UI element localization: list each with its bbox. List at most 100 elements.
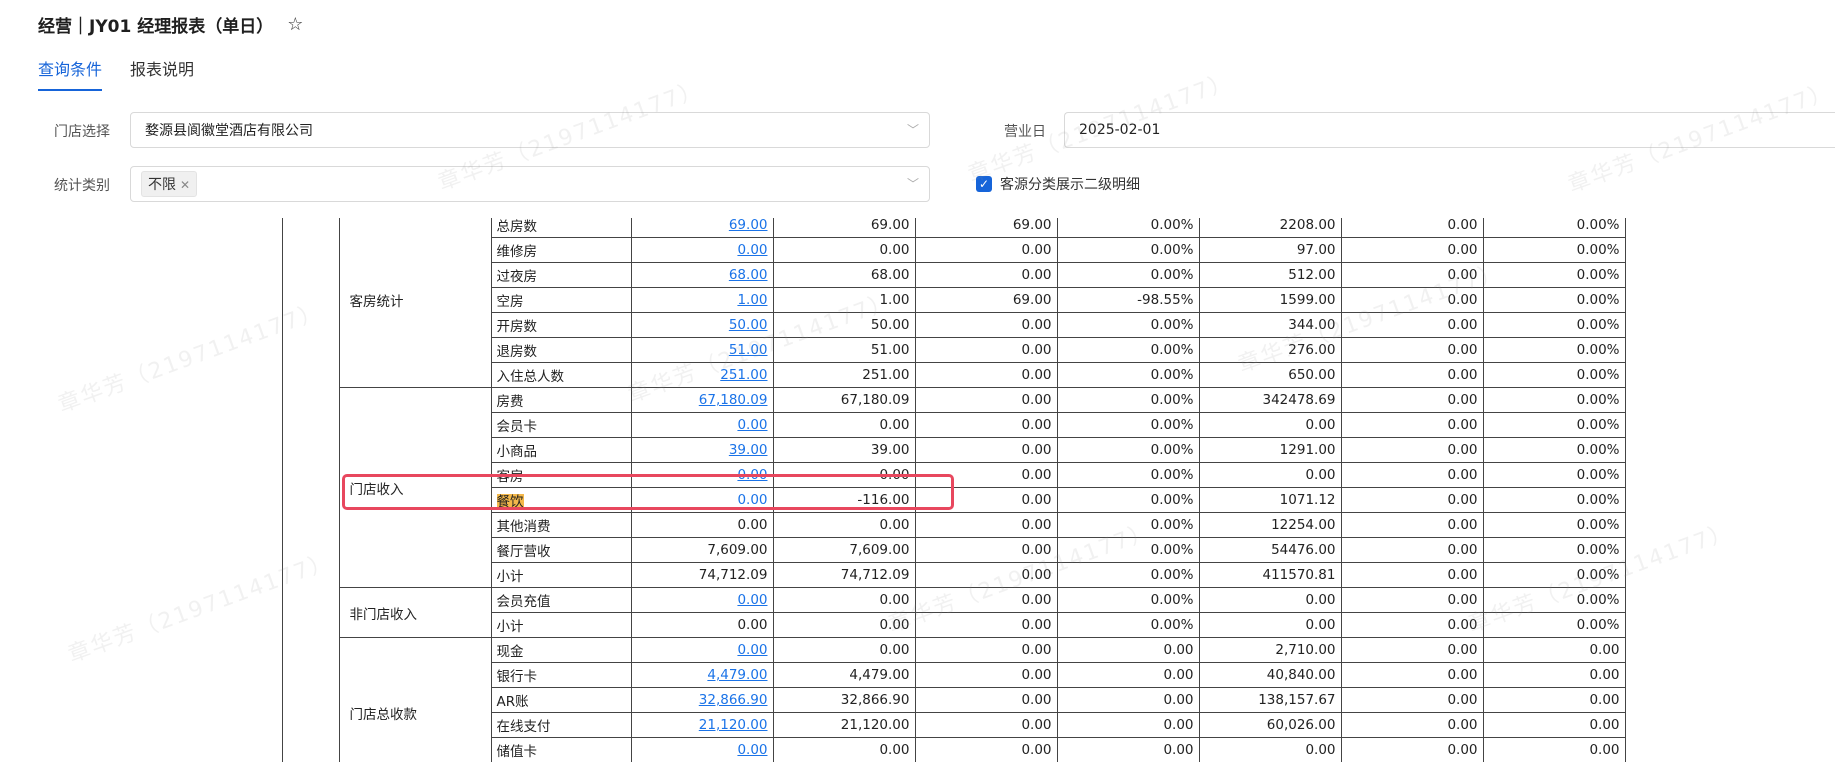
value-cell: 0.00 (1056, 687, 1200, 713)
row-gutter (283, 362, 340, 388)
row-gutter (283, 537, 340, 563)
value-link-cell[interactable]: 0.00 (630, 237, 774, 263)
value-link-cell[interactable]: 69.00 (630, 218, 774, 238)
item-cell: 小商品 (490, 437, 632, 463)
value-link-cell[interactable]: 0.00 (630, 462, 774, 488)
row-gutter (283, 487, 340, 513)
value-cell: 0.00 (1340, 512, 1484, 538)
value-cell: 0.00% (1056, 412, 1200, 438)
value-cell: 68.00 (772, 262, 916, 288)
value-cell: 0.00 (1482, 637, 1626, 663)
value-cell: 0.00 (1340, 337, 1484, 363)
report-table-viewport[interactable]: 客房统计 总房数 69.00 69.00 69.00 0.00% 2208.00 0.00 0.… (282, 218, 1757, 762)
value-cell: 0.00 (1198, 412, 1342, 438)
category-tag-label: 不限 (148, 177, 176, 193)
value-cell: 0.00 (1340, 387, 1484, 413)
value-cell: 0.00 (914, 637, 1058, 663)
secondary-detail-checkbox[interactable]: ✓ 客源分类展示二级明细 (976, 174, 1140, 194)
value-cell: 0.00 (772, 462, 916, 488)
table-row: 门店总收款 现金 0.00 0.00 0.00 0.00 2,710.00 0.00 0.00 (283, 637, 1626, 762)
value-link-cell[interactable]: 4,479.00 (630, 662, 774, 688)
value-link-cell[interactable]: 21,120.00 (630, 712, 774, 738)
value-cell: 0.00 (914, 412, 1058, 438)
value-link-cell[interactable]: 67,180.09 (630, 387, 774, 413)
value-link-cell[interactable]: 51.00 (630, 337, 774, 363)
value-cell: 0.00 (1340, 587, 1484, 613)
row-gutter (283, 412, 340, 438)
category-select[interactable]: 不限 ✕ ﹀ (130, 166, 930, 202)
value-cell: 0.00 (1340, 637, 1484, 663)
row-gutter (283, 687, 340, 713)
row-gutter (283, 262, 340, 288)
value-cell: 0.00 (1340, 487, 1484, 513)
highlighted-text: 餐饮 (496, 494, 524, 510)
value-cell: 0.00% (1056, 587, 1200, 613)
row-gutter (283, 512, 340, 538)
value-cell: 4,479.00 (772, 662, 916, 688)
item-cell: 其他消费 (490, 512, 632, 538)
value-cell: 0.00 (772, 737, 916, 762)
value-cell: 0.00% (1056, 387, 1200, 413)
category-cell: 门店收入 (338, 387, 492, 588)
row-gutter (283, 587, 340, 613)
row-gutter (283, 437, 340, 463)
value-link-cell[interactable]: 0.00 (630, 412, 774, 438)
value-cell: -98.55% (1056, 287, 1200, 313)
value-cell: 51.00 (772, 337, 916, 363)
business-date-value: 2025-02-01 (1079, 122, 1161, 138)
value-cell: 0.00% (1482, 462, 1626, 488)
value-link-cell[interactable]: 0.00 (630, 737, 774, 762)
value-cell: 0.00 (1340, 362, 1484, 388)
table-row: 客房统计 总房数 69.00 69.00 69.00 0.00% 2208.00 0.00 0.… (283, 218, 1626, 388)
row-gutter (283, 712, 340, 738)
item-cell: 客房 (490, 462, 632, 488)
page-header: 经营｜JY01 经理报表（单日） ☆ (0, 0, 1835, 40)
value-cell: 0.00 (914, 387, 1058, 413)
value-cell: 32,866.90 (772, 687, 916, 713)
category-tag: 不限 ✕ (141, 171, 198, 197)
item-cell: 退房数 (490, 337, 632, 363)
value-cell: 411570.81 (1198, 562, 1342, 588)
value-cell: 21,120.00 (772, 712, 916, 738)
page-title: 经营｜JY01 经理报表（单日） (38, 16, 274, 37)
row-gutter (283, 237, 340, 263)
value-cell: 0.00 (1056, 662, 1200, 688)
value-cell: 0.00% (1482, 562, 1626, 588)
value-cell: 12254.00 (1198, 512, 1342, 538)
value-link-cell[interactable]: 0.00 (630, 637, 774, 663)
value-cell: 0.00 (1340, 237, 1484, 263)
value-cell: 7,609.00 (630, 537, 774, 563)
category-label: 统计类别 (54, 178, 110, 194)
value-link-cell[interactable]: 39.00 (630, 437, 774, 463)
tag-close-icon[interactable]: ✕ (180, 178, 190, 192)
category-cell: 客房统计 (338, 218, 492, 388)
value-cell: -116.00 (772, 487, 916, 513)
value-cell: 0.00 (1198, 737, 1342, 762)
value-cell: 0.00 (914, 487, 1058, 513)
report-table: 客房统计 总房数 69.00 69.00 69.00 0.00% 2208.00 0.00 0.… (283, 218, 1626, 762)
value-cell: 1599.00 (1198, 287, 1342, 313)
tab-report-description[interactable]: 报表说明 (130, 56, 194, 91)
value-cell: 0.00 (1340, 662, 1484, 688)
store-select[interactable]: 婺源县阆徽堂酒店有限公司 ﹀ (130, 112, 930, 148)
value-cell: 50.00 (772, 312, 916, 338)
value-link-cell[interactable]: 0.00 (630, 587, 774, 613)
value-link-cell[interactable]: 0.00 (630, 487, 774, 513)
business-date-input[interactable]: 2025-02-01 (1064, 112, 1835, 148)
value-cell: 0.00 (1340, 737, 1484, 762)
value-cell: 0.00 (914, 587, 1058, 613)
value-cell: 0.00 (1482, 712, 1626, 738)
value-link-cell[interactable]: 50.00 (630, 312, 774, 338)
value-link-cell[interactable]: 1.00 (630, 287, 774, 313)
item-cell: 会员充值 (490, 587, 632, 613)
value-cell: 0.00 (914, 362, 1058, 388)
value-link-cell[interactable]: 32,866.90 (630, 687, 774, 713)
value-link-cell[interactable]: 251.00 (630, 362, 774, 388)
value-link-cell[interactable]: 68.00 (630, 262, 774, 288)
value-cell: 0.00% (1482, 587, 1626, 613)
value-cell: 0.00 (914, 562, 1058, 588)
checkbox-checked-icon[interactable]: ✓ (976, 176, 992, 192)
favorite-star-icon[interactable]: ☆ (287, 14, 303, 35)
value-cell: 0.00 (1482, 662, 1626, 688)
tab-query-conditions[interactable]: 查询条件 (38, 56, 103, 91)
